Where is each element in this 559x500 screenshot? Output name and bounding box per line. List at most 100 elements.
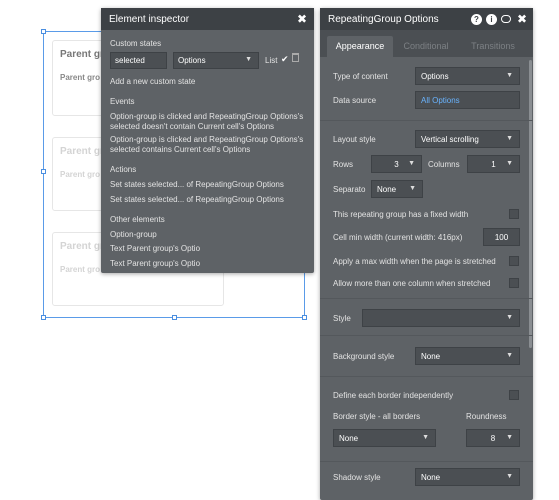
property-editor-panel: RepeatingGroup Options ? i ✖ Appearance … xyxy=(320,8,533,500)
shadow-style-value: None xyxy=(421,473,441,482)
resize-handle-bl[interactable] xyxy=(41,315,46,320)
background-style-value: None xyxy=(421,352,441,361)
style-dropdown[interactable]: ▼ xyxy=(362,309,520,327)
cell-min-width-value: 100 xyxy=(494,233,509,242)
chevron-down-icon: ▼ xyxy=(408,160,415,167)
scrollbar[interactable] xyxy=(529,60,532,348)
divider xyxy=(320,461,533,462)
shadow-style-dropdown[interactable]: None ▼ xyxy=(415,468,520,486)
max-width-checkbox[interactable] xyxy=(509,256,519,266)
background-style-label: Background style xyxy=(333,352,395,361)
other-element-item[interactable]: Text Parent group's Optio xyxy=(110,244,200,253)
chevron-down-icon: ▼ xyxy=(506,72,513,79)
cell-min-width-label: Cell min width (current width: 416px) xyxy=(333,233,463,242)
chevron-down-icon: ▼ xyxy=(409,185,416,192)
property-editor-header[interactable]: RepeatingGroup Options ? i ✖ xyxy=(320,8,533,30)
add-custom-state-link[interactable]: Add a new custom state xyxy=(110,77,195,86)
other-elements-label: Other elements xyxy=(110,215,165,224)
data-source-value: All Options xyxy=(421,96,460,105)
separator-dropdown[interactable]: None ▼ xyxy=(371,180,423,198)
tab-bar: Appearance Conditional Transitions xyxy=(320,30,533,57)
type-of-content-dropdown[interactable]: Options ▼ xyxy=(415,67,520,85)
card-subtitle: Parent gro xyxy=(60,73,101,82)
multi-column-label: Allow more than one column when stretche… xyxy=(333,279,491,288)
divider xyxy=(320,298,533,299)
border-style-label: Border style - all borders xyxy=(333,412,421,421)
trash-icon[interactable] xyxy=(292,53,299,62)
roundness-dropdown[interactable]: 8 ▼ xyxy=(466,429,520,447)
resize-handle-tl[interactable] xyxy=(41,29,46,34)
tab-conditional[interactable]: Conditional xyxy=(398,36,454,57)
inspector-header[interactable]: Element inspector ✖ xyxy=(101,8,314,30)
chevron-down-icon: ▼ xyxy=(506,473,513,480)
chevron-down-icon: ▼ xyxy=(506,434,513,441)
shadow-style-label: Shadow style xyxy=(333,473,381,482)
chevron-down-icon: ▼ xyxy=(506,352,513,359)
divider xyxy=(320,376,533,377)
background-style-dropdown[interactable]: None ▼ xyxy=(415,347,520,365)
border-style-value: None xyxy=(339,434,359,443)
tab-appearance[interactable]: Appearance xyxy=(327,36,393,57)
layout-style-dropdown[interactable]: Vertical scrolling ▼ xyxy=(415,130,520,148)
fixed-width-label: This repeating group has a fixed width xyxy=(333,210,469,219)
multi-column-checkbox[interactable] xyxy=(509,278,519,288)
chevron-down-icon: ▼ xyxy=(506,160,513,167)
action-item[interactable]: Set states selected... of RepeatingGroup… xyxy=(110,180,284,189)
actions-label: Actions xyxy=(110,165,137,174)
tab-transitions[interactable]: Transitions xyxy=(464,36,522,57)
chevron-down-icon: ▼ xyxy=(422,434,429,441)
list-label: List xyxy=(265,56,278,65)
events-label: Events xyxy=(110,97,135,106)
separator-label: Separato xyxy=(333,185,366,194)
card-subtitle: Parent gro xyxy=(60,170,101,179)
state-type-value: Options xyxy=(178,56,206,65)
rows-value: 3 xyxy=(394,160,399,169)
data-source-label: Data source xyxy=(333,96,377,105)
comment-icon[interactable] xyxy=(500,15,511,23)
action-item[interactable]: Set states selected... of RepeatingGroup… xyxy=(110,195,284,204)
roundness-label: Roundness xyxy=(466,412,507,421)
fixed-width-checkbox[interactable] xyxy=(509,209,519,219)
close-icon[interactable]: ✖ xyxy=(297,12,307,26)
layout-style-label: Layout style xyxy=(333,135,376,144)
cell-min-width-input[interactable]: 100 xyxy=(483,228,520,246)
layout-style-value: Vertical scrolling xyxy=(421,135,479,144)
event-item[interactable]: Option-group is clicked and RepeatingGro… xyxy=(110,135,306,155)
max-width-label: Apply a max width when the page is stret… xyxy=(333,257,496,266)
property-editor-title: RepeatingGroup Options xyxy=(328,14,439,25)
element-inspector-panel: Element inspector ✖ Custom states select… xyxy=(101,8,314,273)
border-independent-label: Define each border independently xyxy=(333,391,454,400)
other-element-item[interactable]: Text Parent group's Optio xyxy=(110,259,200,268)
type-of-content-label: Type of content xyxy=(333,72,388,81)
separator-value: None xyxy=(377,185,397,194)
type-of-content-value: Options xyxy=(421,72,449,81)
event-item[interactable]: Option-group is clicked and RepeatingGro… xyxy=(110,112,306,132)
state-name-input[interactable]: selected xyxy=(110,52,167,69)
resize-handle-ml[interactable] xyxy=(41,169,46,174)
close-icon[interactable]: ✖ xyxy=(517,12,527,26)
data-source-field[interactable]: All Options xyxy=(415,91,520,109)
other-element-item[interactable]: Option-group xyxy=(110,230,157,239)
check-icon[interactable]: ✔ xyxy=(281,54,289,65)
divider xyxy=(320,335,533,336)
custom-states-label: Custom states xyxy=(110,39,162,48)
columns-value: 1 xyxy=(491,160,496,169)
border-independent-checkbox[interactable] xyxy=(509,390,519,400)
resize-handle-bm[interactable] xyxy=(172,315,177,320)
chevron-down-icon: ▼ xyxy=(506,135,513,142)
columns-dropdown[interactable]: 1 ▼ xyxy=(467,155,520,173)
border-style-dropdown[interactable]: None ▼ xyxy=(333,429,436,447)
inspector-title: Element inspector xyxy=(109,14,190,25)
help-icon[interactable]: ? xyxy=(470,13,482,25)
chevron-down-icon: ▼ xyxy=(506,314,513,321)
style-label: Style xyxy=(333,314,351,323)
card-subtitle: Parent gro xyxy=(60,265,101,274)
columns-label: Columns xyxy=(428,160,460,169)
resize-handle-br[interactable] xyxy=(302,315,307,320)
info-icon[interactable]: i xyxy=(485,13,497,25)
rows-label: Rows xyxy=(333,160,354,169)
divider xyxy=(320,120,533,121)
state-type-dropdown[interactable]: Options ▼ xyxy=(173,52,259,69)
rows-dropdown[interactable]: 3 ▼ xyxy=(371,155,422,173)
roundness-value: 8 xyxy=(490,434,496,443)
